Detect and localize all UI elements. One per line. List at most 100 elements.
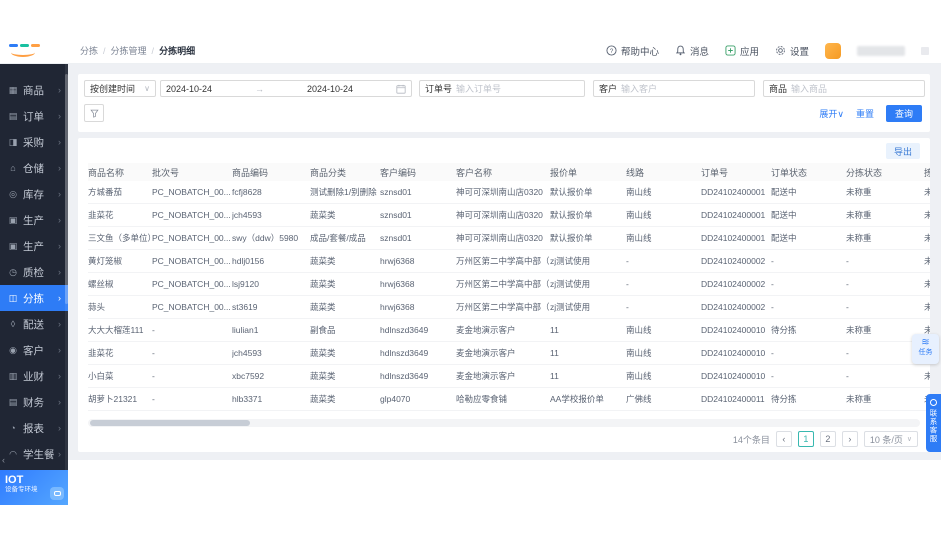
breadcrumb-item-module[interactable]: 分拣 bbox=[80, 44, 98, 57]
horizontal-scrollbar-track[interactable] bbox=[88, 419, 920, 427]
table-cell: 韭菜花 bbox=[88, 347, 152, 359]
breadcrumb: 分拣 / 分拣管理 / 分拣明细 bbox=[80, 44, 195, 57]
task-label: 任务 bbox=[919, 349, 933, 356]
chevron-right-icon: › bbox=[58, 293, 61, 303]
table-cell: hdlnszd3649 bbox=[380, 371, 456, 381]
breadcrumb-separator: / bbox=[103, 46, 106, 56]
table-cell: - bbox=[846, 279, 924, 289]
table-cell: 未拣货 bbox=[924, 232, 930, 244]
sidebar-item-label: 生产 bbox=[23, 239, 44, 254]
date-range-picker[interactable]: 2024-10-24 → 2024-10-24 bbox=[160, 80, 412, 97]
page-button-1[interactable]: 1 bbox=[798, 431, 814, 447]
reset-button[interactable]: 重置 bbox=[856, 107, 874, 120]
column-header: 商品编码 bbox=[232, 166, 310, 179]
export-button[interactable]: 导出 bbox=[886, 143, 920, 159]
table-cell: sznsd01 bbox=[380, 233, 456, 243]
sidebar-item-quality[interactable]: ◷质检› bbox=[0, 259, 68, 285]
breadcrumb-item-section[interactable]: 分拣管理 bbox=[111, 44, 147, 57]
time-type-select[interactable]: 按创建时间 ∨ bbox=[84, 80, 156, 97]
sidebar-item-warehouse[interactable]: ⌂仓储› bbox=[0, 155, 68, 181]
table-cell: 未拣货 bbox=[924, 255, 930, 267]
date-to-value[interactable]: 2024-10-24 bbox=[307, 84, 353, 94]
sidebar-item-business-finance[interactable]: ▥业财› bbox=[0, 363, 68, 389]
sidebar-collapse-icon[interactable]: ‹ bbox=[2, 455, 5, 465]
business-finance-icon: ▥ bbox=[7, 371, 19, 382]
page-size-select[interactable]: 10 条/页 ∨ bbox=[864, 431, 918, 447]
table-cell: hrwj6368 bbox=[380, 256, 456, 266]
page-button-2[interactable]: 2 bbox=[820, 431, 836, 447]
table-cell: 万州区第二中学高中部（... bbox=[456, 278, 550, 290]
table-cell: 神可可深圳南山店0320 bbox=[456, 232, 550, 244]
apps-button[interactable]: 应用 bbox=[725, 44, 759, 58]
table-cell: hdlj0156 bbox=[232, 256, 310, 266]
prev-page-button[interactable]: ‹ bbox=[776, 431, 792, 447]
table-cell: hrwj6368 bbox=[380, 279, 456, 289]
sidebar-item-student-meal[interactable]: ◠学生餐› bbox=[0, 441, 68, 467]
customer-service-tab[interactable]: 联系客服 bbox=[926, 394, 941, 452]
sidebar-item-goods[interactable]: ▦商品› bbox=[0, 77, 68, 103]
messages-button[interactable]: 消息 bbox=[675, 44, 709, 58]
chevron-right-icon: › bbox=[58, 111, 61, 121]
sidebar-item-production-2[interactable]: ▣生产› bbox=[0, 233, 68, 259]
next-page-button[interactable]: › bbox=[842, 431, 858, 447]
sidebar-item-label: 报表 bbox=[23, 421, 44, 436]
sidebar-item-customers[interactable]: ◉客户› bbox=[0, 337, 68, 363]
table-row: 蒜头PC_NOBATCH_00...st3619蔬菜类hrwj6368万州区第二… bbox=[88, 296, 930, 319]
settings-button[interactable]: 设置 bbox=[775, 44, 809, 58]
sidebar-item-reports[interactable]: ◔报表› bbox=[0, 415, 68, 441]
date-from-value[interactable]: 2024-10-24 bbox=[166, 84, 212, 94]
warehouse-icon: ⌂ bbox=[7, 163, 19, 173]
sidebar-item-orders[interactable]: ▤订单› bbox=[0, 103, 68, 129]
topbar-actions: ? 帮助中心 消息 应用 设置 bbox=[606, 43, 941, 59]
customers-icon: ◉ bbox=[7, 345, 19, 356]
task-center-widget[interactable]: ≋ 任务 bbox=[912, 334, 939, 364]
search-button[interactable]: 查询 bbox=[886, 105, 922, 122]
student-meal-icon: ◠ bbox=[7, 449, 19, 460]
sidebar-item-finance[interactable]: ▤财务› bbox=[0, 389, 68, 415]
sidebar-item-sorting[interactable]: ◫分拣› bbox=[0, 285, 68, 311]
table-cell: PC_NOBATCH_00... bbox=[152, 279, 232, 289]
column-header: 分拣状态 bbox=[846, 166, 924, 179]
table-cell: 黄灯笼椒 bbox=[88, 255, 152, 267]
table-cell: - bbox=[846, 256, 924, 266]
order-no-input[interactable]: 订单号 输入订单号 bbox=[419, 80, 585, 97]
sidebar-item-label: 订单 bbox=[23, 109, 44, 124]
table-cell: jch4593 bbox=[232, 210, 310, 220]
table-cell: 胡萝卜21321 bbox=[88, 393, 152, 405]
table-cell: 蔬菜类 bbox=[310, 393, 380, 405]
expand-toggle[interactable]: 展开∨ bbox=[819, 107, 844, 120]
table-row: 大大大榴莲111-liulian1副食品hdlnszd3649麦金地演示客户11… bbox=[88, 319, 930, 342]
table-cell: 未拣货 bbox=[924, 370, 930, 382]
table-row: 方城番茄PC_NOBATCH_00...fcfj8628测试删除1/别删除szn… bbox=[88, 181, 930, 204]
table-cell: - bbox=[626, 302, 701, 312]
product-input[interactable]: 商品 输入商品 bbox=[763, 80, 925, 97]
avatar[interactable] bbox=[825, 43, 841, 59]
reports-icon: ◔ bbox=[7, 423, 19, 433]
table-cell: PC_NOBATCH_00... bbox=[152, 210, 232, 220]
filter-funnel-button[interactable] bbox=[84, 104, 104, 122]
sidebar-item-label: 分拣 bbox=[23, 291, 44, 306]
table-cell: 未拣货 bbox=[924, 278, 930, 290]
table-cell: 蒜头 bbox=[88, 301, 152, 313]
table-header-row: 商品名称批次号商品编码商品分类客户编码客户名称报价单线路订单号订单状态分拣状态拣… bbox=[88, 163, 930, 181]
table-cell: - bbox=[771, 256, 846, 266]
table-cell: 南山线 bbox=[626, 186, 701, 198]
calendar-icon[interactable] bbox=[396, 84, 406, 94]
horizontal-scrollbar-thumb[interactable] bbox=[90, 420, 250, 426]
table-cell: 大大大榴莲111 bbox=[88, 324, 152, 336]
sidebar-item-purchase[interactable]: ◨采购› bbox=[0, 129, 68, 155]
table-cell: 默认报价单 bbox=[550, 186, 626, 198]
iot-environment-badge[interactable]: IOT 设备专环境 bbox=[0, 470, 68, 505]
header-more-icon[interactable] bbox=[921, 47, 929, 55]
sidebar-item-label: 业财 bbox=[23, 369, 44, 384]
sidebar-item-production-1[interactable]: ▣生产› bbox=[0, 207, 68, 233]
sidebar-item-inventory[interactable]: ◎库存› bbox=[0, 181, 68, 207]
chat-bubble-icon[interactable] bbox=[50, 487, 64, 500]
main-content: 按创建时间 ∨ 2024-10-24 → 2024-10-24 订单号 输入订单… bbox=[68, 64, 941, 460]
top-header: 分拣 / 分拣管理 / 分拣明细 ? 帮助中心 消息 应用 bbox=[0, 38, 941, 64]
column-header: 商品分类 bbox=[310, 166, 380, 179]
help-center-button[interactable]: ? 帮助中心 bbox=[606, 44, 659, 58]
table-cell: 小白菜 bbox=[88, 370, 152, 382]
customer-input[interactable]: 客户 输入客户 bbox=[593, 80, 755, 97]
sidebar-item-delivery[interactable]: ◊配送› bbox=[0, 311, 68, 337]
